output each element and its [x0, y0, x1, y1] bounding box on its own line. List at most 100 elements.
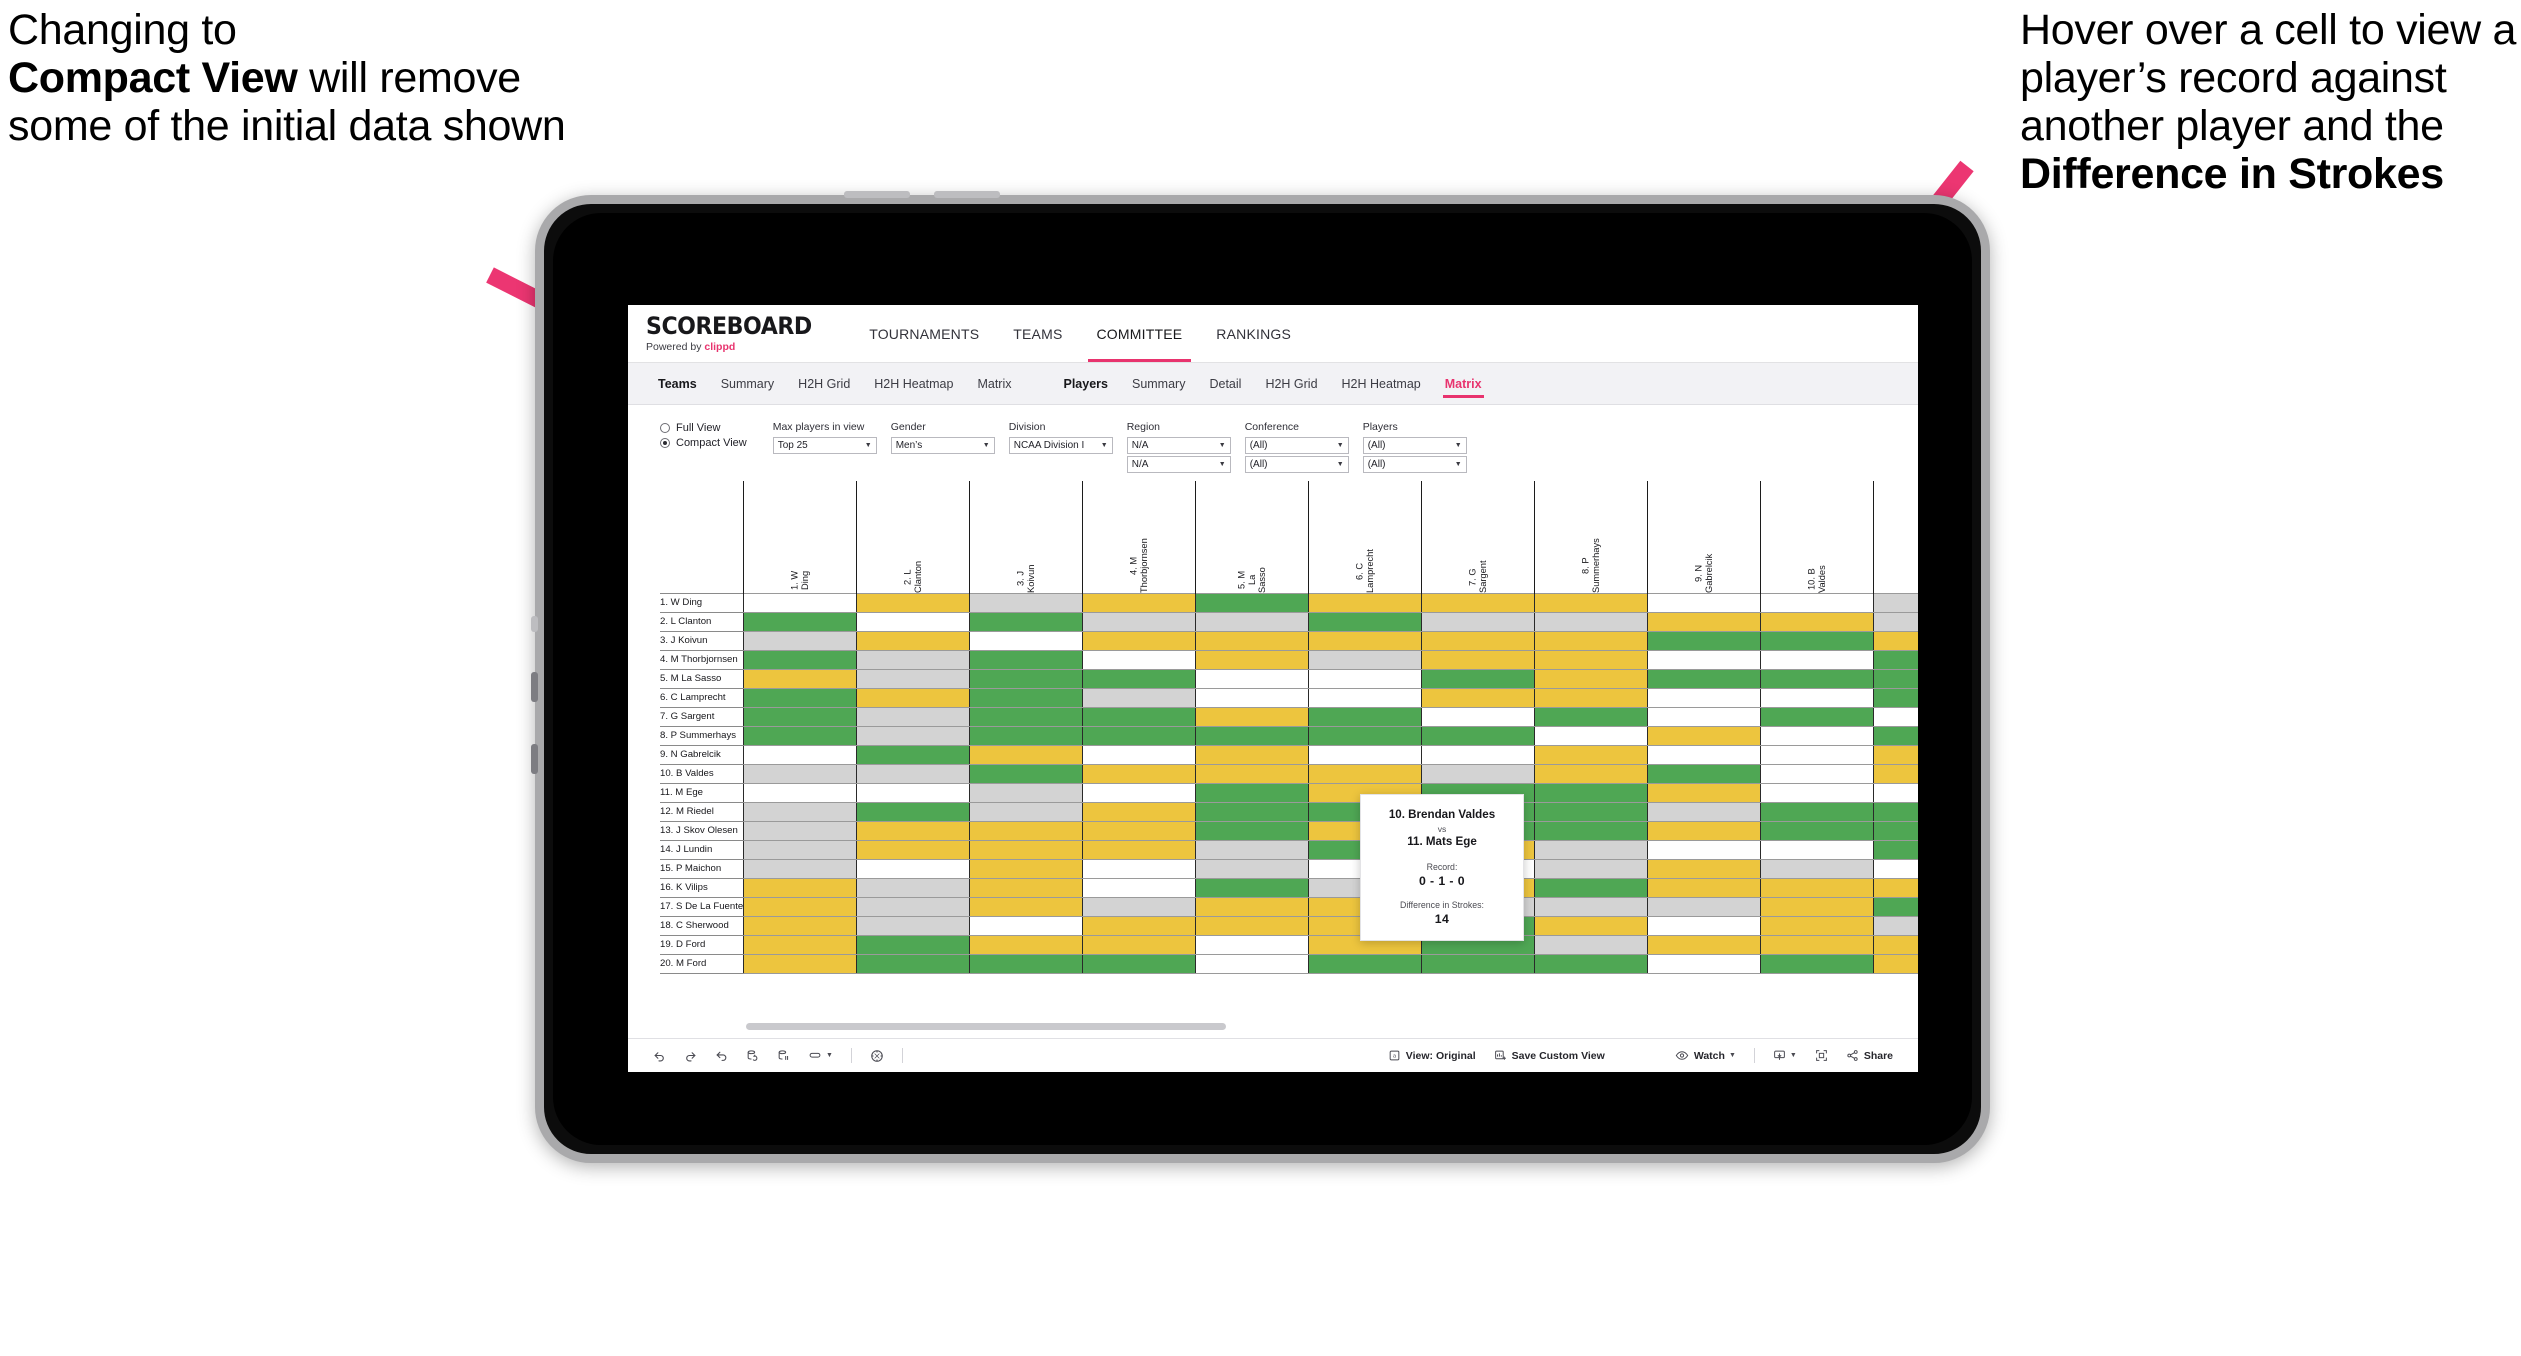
toolbar-redo-button[interactable]	[675, 1039, 706, 1073]
matrix-cell[interactable]	[1534, 820, 1649, 841]
sub-nav-h2h-grid[interactable]: H2H Grid	[1253, 363, 1329, 405]
matrix-cell[interactable]	[743, 915, 858, 936]
matrix-cell[interactable]	[1195, 839, 1310, 860]
radio-full-view-circle[interactable]	[660, 423, 670, 433]
top-nav-tournaments[interactable]: TOURNAMENTS	[852, 305, 996, 362]
matrix-cell[interactable]	[743, 839, 858, 860]
matrix-cell[interactable]	[856, 782, 971, 803]
matrix-cell[interactable]	[1082, 668, 1197, 689]
matrix-cell[interactable]	[969, 839, 1084, 860]
matrix-cell[interactable]	[1647, 858, 1762, 879]
matrix-cell[interactable]	[743, 649, 858, 670]
matrix-cell[interactable]	[743, 801, 858, 822]
matrix-cell[interactable]	[1760, 763, 1875, 784]
matrix-cell[interactable]	[1534, 801, 1649, 822]
matrix-cell[interactable]	[1873, 630, 1918, 651]
matrix-cell[interactable]	[1308, 706, 1423, 727]
matrix-cell[interactable]	[1534, 630, 1649, 651]
matrix-cell[interactable]	[1873, 782, 1918, 803]
matrix-cell[interactable]	[856, 839, 971, 860]
top-nav-rankings[interactable]: RANKINGS	[1199, 305, 1308, 362]
toolbar-highlight-button[interactable]: ▼	[799, 1039, 842, 1073]
matrix-cell[interactable]	[1082, 915, 1197, 936]
matrix-cell[interactable]	[969, 915, 1084, 936]
filter-select[interactable]: NCAA Division I ▼	[1008, 437, 1113, 454]
matrix-cell[interactable]	[969, 763, 1084, 784]
matrix-cell[interactable]	[856, 668, 971, 689]
matrix-cell[interactable]	[1647, 668, 1762, 689]
sub-nav-teams[interactable]: Teams	[646, 363, 709, 405]
toolbar-undo-button[interactable]	[644, 1039, 675, 1073]
matrix-cell[interactable]	[1195, 801, 1310, 822]
matrix-cell[interactable]	[1082, 649, 1197, 670]
matrix-cell[interactable]	[743, 953, 858, 974]
matrix-cell[interactable]	[1082, 934, 1197, 955]
matrix-cell[interactable]	[1421, 611, 1536, 632]
matrix-cell[interactable]	[1195, 725, 1310, 746]
matrix-cell[interactable]	[1082, 820, 1197, 841]
matrix-cell[interactable]	[1195, 820, 1310, 841]
matrix-cell[interactable]	[1534, 953, 1649, 974]
matrix-cell[interactable]	[1647, 953, 1762, 974]
matrix-cell[interactable]	[856, 820, 971, 841]
matrix-cell[interactable]	[969, 782, 1084, 803]
sub-nav-matrix[interactable]: Matrix	[1433, 363, 1494, 405]
matrix-cell[interactable]	[969, 630, 1084, 651]
matrix-cell[interactable]	[1647, 630, 1762, 651]
matrix-cell[interactable]	[743, 725, 858, 746]
sub-nav-h2h-heatmap[interactable]: H2H Heatmap	[862, 363, 965, 405]
matrix-cell[interactable]	[1647, 649, 1762, 670]
matrix-cell[interactable]	[1760, 611, 1875, 632]
matrix-cell[interactable]	[743, 896, 858, 917]
sub-nav-summary[interactable]: Summary	[709, 363, 786, 405]
filter-select[interactable]: (All) ▼	[1244, 437, 1349, 454]
matrix-cell[interactable]	[743, 820, 858, 841]
matrix-cell[interactable]	[1647, 763, 1762, 784]
matrix-cell[interactable]	[1647, 744, 1762, 765]
matrix-cell[interactable]	[856, 801, 971, 822]
matrix-cell[interactable]	[743, 763, 858, 784]
matrix-cell[interactable]	[1873, 953, 1918, 974]
matrix-cell[interactable]	[1421, 706, 1536, 727]
matrix-cell[interactable]	[969, 649, 1084, 670]
matrix-cell[interactable]	[1421, 953, 1536, 974]
matrix-cell[interactable]	[743, 611, 858, 632]
matrix-cell[interactable]	[1082, 687, 1197, 708]
matrix-cell[interactable]	[1760, 915, 1875, 936]
matrix-cell[interactable]	[1647, 820, 1762, 841]
matrix-cell[interactable]	[1873, 763, 1918, 784]
matrix-cell[interactable]	[969, 896, 1084, 917]
matrix-cell[interactable]	[1647, 801, 1762, 822]
matrix-cell[interactable]	[1534, 915, 1649, 936]
matrix-cell[interactable]	[969, 706, 1084, 727]
matrix-cell[interactable]	[1534, 611, 1649, 632]
matrix-cell[interactable]	[1082, 725, 1197, 746]
matrix-cell[interactable]	[1873, 668, 1918, 689]
toolbar-share-button[interactable]: Share	[1837, 1039, 1902, 1073]
matrix-cell[interactable]	[1534, 934, 1649, 955]
matrix-cell[interactable]	[969, 877, 1084, 898]
app-logo[interactable]: SCOREBOARD Powered by clippd	[646, 305, 852, 362]
top-nav-committee[interactable]: COMMITTEE	[1080, 305, 1200, 362]
matrix-cell[interactable]	[743, 706, 858, 727]
filter-select[interactable]: N/A ▼	[1126, 456, 1231, 473]
matrix-cell[interactable]	[1534, 839, 1649, 860]
matrix-cell[interactable]	[1195, 915, 1310, 936]
matrix-cell[interactable]	[856, 649, 971, 670]
matrix-cell[interactable]	[1082, 630, 1197, 651]
matrix-cell[interactable]	[1760, 934, 1875, 955]
matrix-cell[interactable]	[1873, 706, 1918, 727]
toolbar-watch-button[interactable]: Watch ▼	[1666, 1039, 1745, 1073]
matrix-cell[interactable]	[1647, 877, 1762, 898]
matrix-cell[interactable]	[1308, 592, 1423, 613]
matrix-cell[interactable]	[1873, 611, 1918, 632]
matrix-cell[interactable]	[856, 630, 971, 651]
matrix-cell[interactable]	[743, 934, 858, 955]
matrix-cell[interactable]	[1647, 611, 1762, 632]
matrix-cell[interactable]	[1082, 744, 1197, 765]
filter-select[interactable]: (All) ▼	[1244, 456, 1349, 473]
matrix-cell[interactable]	[856, 687, 971, 708]
matrix-cell[interactable]	[1760, 649, 1875, 670]
matrix-cell[interactable]	[1873, 858, 1918, 879]
matrix-cell[interactable]	[1760, 725, 1875, 746]
